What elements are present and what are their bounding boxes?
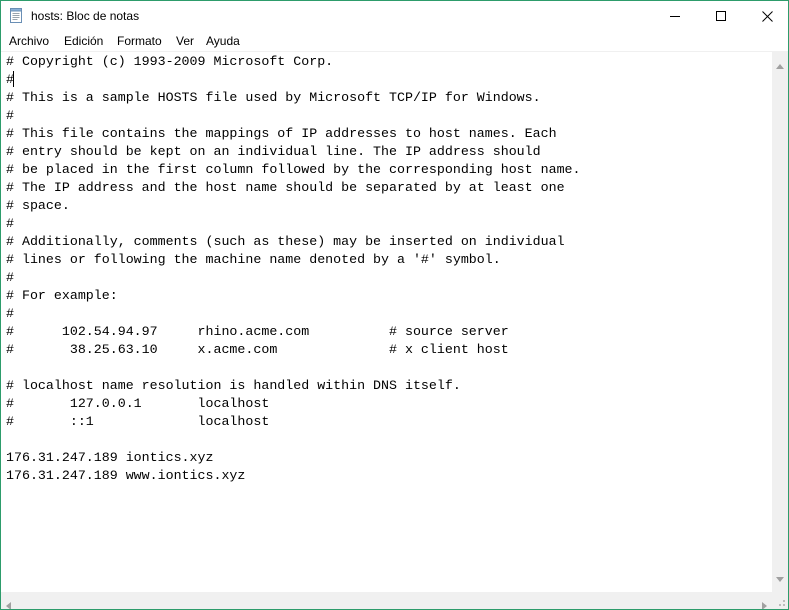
menu-formato[interactable]: Formato [117,34,162,48]
maximize-icon [716,11,726,21]
text-editor[interactable]: # Copyright (c) 1993-2009 Microsoft Corp… [1,51,772,593]
maximize-button[interactable] [698,1,744,31]
minimize-icon [670,16,680,17]
vertical-scrollbar[interactable] [772,51,788,592]
scroll-up-arrow-icon[interactable] [776,56,784,74]
notepad-window: hosts: Bloc de notas Archivo Edición For… [0,0,789,610]
close-button[interactable] [744,1,788,31]
resize-grip-icon [779,600,785,606]
scroll-left-arrow-icon[interactable] [6,597,11,609]
close-icon [761,10,773,22]
horizontal-scrollbar[interactable] [1,592,772,609]
scroll-down-arrow-icon[interactable] [776,569,784,587]
menu-ver[interactable]: Ver [176,34,194,48]
scroll-right-arrow-icon[interactable] [762,597,767,609]
menu-archivo[interactable]: Archivo [9,34,49,48]
menu-edicion[interactable]: Edición [64,34,103,48]
resize-grip[interactable] [772,592,788,609]
notepad-icon[interactable] [10,8,22,23]
title-bar[interactable]: hosts: Bloc de notas [1,1,788,31]
window-title: hosts: Bloc de notas [31,9,140,23]
text-content[interactable]: # Copyright (c) 1993-2009 Microsoft Corp… [6,53,581,485]
text-caret [13,71,14,87]
minimize-button[interactable] [652,1,698,31]
menu-bar: Archivo Edición Formato Ver Ayuda [1,32,788,51]
menu-ayuda[interactable]: Ayuda [206,34,240,48]
